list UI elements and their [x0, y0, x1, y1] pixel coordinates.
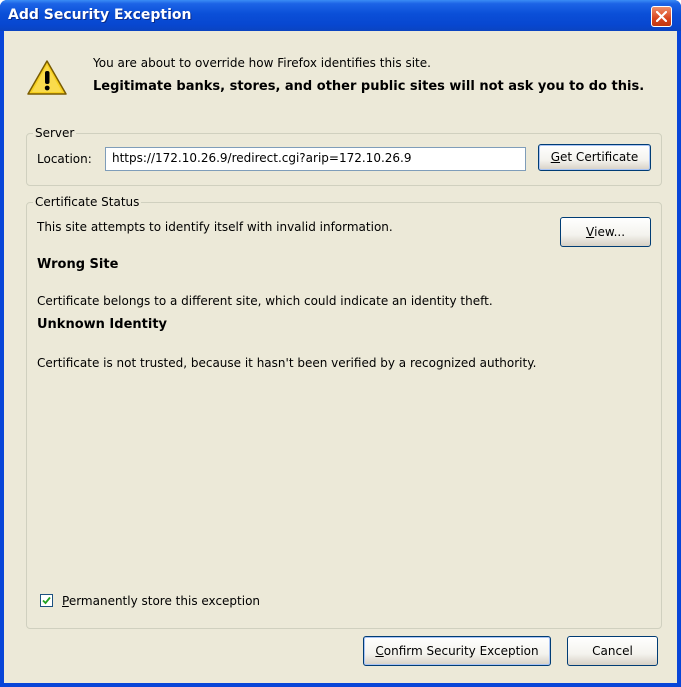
dialog-window: Add Security Exception You are about to … [0, 0, 681, 687]
get-certificate-button[interactable]: Get Certificate [538, 144, 651, 171]
unknown-identity-text: Certificate is not trusted, because it h… [37, 356, 537, 370]
intro-text: You are about to override how Firefox id… [93, 56, 431, 70]
location-label: Location: [37, 152, 92, 166]
close-icon [656, 11, 667, 22]
certificate-status-group: Certificate Status [26, 195, 662, 629]
view-label: iew... [594, 225, 626, 239]
dialog-title: Add Security Exception [8, 7, 192, 23]
get-certificate-mnemonic: G [550, 150, 561, 164]
unknown-identity-heading: Unknown Identity [37, 317, 168, 332]
wrong-site-text: Certificate belongs to a different site,… [37, 294, 493, 308]
get-certificate-label: et Certificate [560, 150, 639, 164]
cancel-button[interactable]: Cancel [567, 636, 658, 666]
intro-warning-text: Legitimate banks, stores, and other publ… [93, 79, 645, 94]
status-description: This site attempts to identify itself wi… [37, 220, 393, 234]
wrong-site-heading: Wrong Site [37, 257, 119, 272]
confirm-label: onfirm Security Exception [383, 644, 539, 658]
permanent-store-checkbox[interactable] [40, 594, 53, 607]
title-bar[interactable]: Add Security Exception [0, 0, 681, 31]
close-button[interactable] [651, 6, 672, 27]
permanent-store-label[interactable]: Permanently store this exception [62, 594, 260, 608]
dialog-body: You are about to override how Firefox id… [4, 31, 677, 683]
view-button[interactable]: View... [560, 217, 651, 247]
checkmark-icon [42, 596, 51, 605]
warning-icon [27, 60, 67, 95]
server-legend: Server [35, 126, 75, 140]
permanent-store-mnemonic: P [62, 594, 69, 608]
confirm-mnemonic: C [375, 644, 384, 658]
permanent-store-text: ermanently store this exception [68, 594, 261, 608]
certificate-status-legend: Certificate Status [35, 195, 140, 209]
view-mnemonic: V [585, 225, 595, 239]
location-input[interactable]: https://172.10.26.9/redirect.cgi?arip=17… [105, 147, 526, 171]
confirm-security-exception-button[interactable]: Confirm Security Exception [363, 636, 551, 666]
